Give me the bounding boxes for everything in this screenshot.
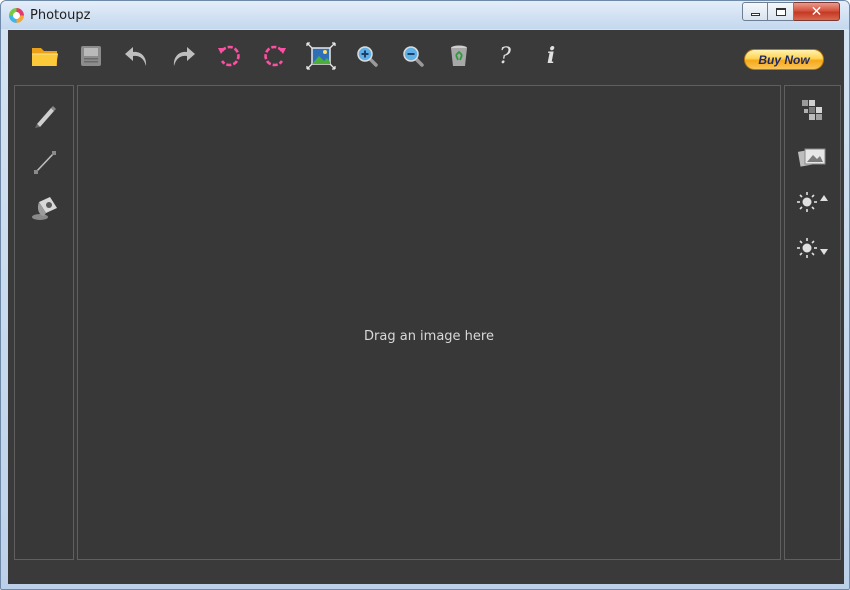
rotate-left-icon xyxy=(218,45,240,67)
fit-to-window-button[interactable] xyxy=(304,39,338,73)
photoupz-app-icon xyxy=(9,8,24,23)
brightness-down-icon xyxy=(797,238,828,258)
drop-hint: Drag an image here xyxy=(364,329,494,344)
rotate-left-button[interactable] xyxy=(212,39,246,73)
main-toolbar: ? i Buy Now xyxy=(8,30,844,82)
minimize-icon xyxy=(750,13,760,16)
open-button[interactable] xyxy=(28,39,62,73)
minimize-button[interactable] xyxy=(742,2,768,21)
photos-icon xyxy=(797,148,826,167)
photo-effect-button[interactable] xyxy=(794,140,830,174)
info-icon: i xyxy=(546,43,556,69)
maximize-icon xyxy=(775,7,786,16)
app-window: Photoupz ✕ ? i Buy Now Drag an image her… xyxy=(0,0,850,590)
delete-button[interactable] xyxy=(442,39,476,73)
paint-bucket-tool-button[interactable] xyxy=(27,191,63,225)
right-tool-panel xyxy=(784,85,841,560)
left-tool-panel xyxy=(14,85,74,560)
zoom-out-icon xyxy=(403,46,424,67)
redo-button[interactable] xyxy=(166,39,200,73)
buy-now-button[interactable]: Buy Now xyxy=(744,49,824,70)
close-icon: ✕ xyxy=(810,3,823,20)
close-button[interactable]: ✕ xyxy=(794,2,840,21)
question-mark-icon: ? xyxy=(499,43,511,69)
paint-bucket-icon xyxy=(32,197,57,220)
zoom-in-button[interactable] xyxy=(350,39,384,73)
recycle-bin-icon xyxy=(451,45,467,66)
folder-icon xyxy=(32,48,58,66)
mosaic-icon xyxy=(802,100,822,120)
zoom-in-icon xyxy=(357,46,378,67)
line-tool-button[interactable] xyxy=(27,145,63,179)
pencil-tool-button[interactable] xyxy=(27,99,63,133)
save-button[interactable] xyxy=(74,39,108,73)
zoom-out-button[interactable] xyxy=(396,39,430,73)
brightness-up-button[interactable] xyxy=(794,185,830,219)
image-canvas[interactable]: Drag an image here xyxy=(77,85,781,560)
app-client-area: ? i Buy Now Drag an image here xyxy=(8,30,844,584)
rotate-right-button[interactable] xyxy=(258,39,292,73)
brightness-down-button[interactable] xyxy=(794,231,830,265)
undo-button[interactable] xyxy=(120,39,154,73)
mosaic-button[interactable] xyxy=(794,94,830,128)
help-button[interactable]: ? xyxy=(488,39,522,73)
brightness-up-icon xyxy=(797,192,828,212)
undo-arrow-icon xyxy=(125,47,147,66)
floppy-disk-icon xyxy=(81,46,101,66)
title-bar[interactable]: Photoupz ✕ xyxy=(1,1,849,29)
pencil-icon xyxy=(35,106,56,128)
maximize-button[interactable] xyxy=(768,2,794,21)
redo-arrow-icon xyxy=(173,47,195,66)
fit-image-icon xyxy=(306,42,336,70)
rotate-right-icon xyxy=(264,45,286,67)
line-icon xyxy=(34,151,56,174)
window-title: Photoupz xyxy=(30,8,91,23)
info-button[interactable]: i xyxy=(534,39,568,73)
